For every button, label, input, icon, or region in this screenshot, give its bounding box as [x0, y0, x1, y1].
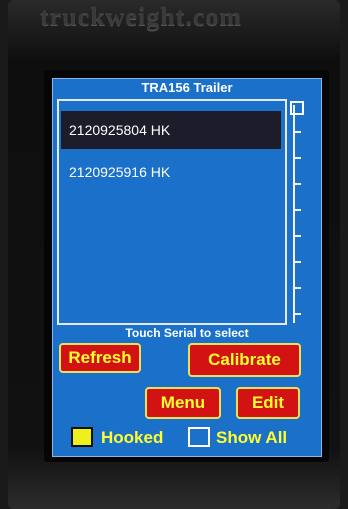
scrollbar-track[interactable]	[293, 105, 295, 323]
scrollbar-thumb[interactable]	[290, 101, 304, 115]
scrollbar-tick	[295, 157, 301, 159]
hooked-label[interactable]: Hooked	[101, 428, 163, 448]
scrollbar-tick	[295, 209, 301, 211]
menu-button[interactable]: Menu	[145, 387, 221, 419]
show-all-label[interactable]: Show All	[216, 428, 287, 448]
hooked-checkbox[interactable]	[71, 427, 93, 447]
scrollbar-tick	[295, 131, 301, 133]
serial-list[interactable]: 2120925804 HK 2120925916 HK	[57, 99, 287, 325]
select-hint: Touch Serial to select	[125, 326, 249, 340]
scrollbar-tick	[295, 235, 301, 237]
scrollbar-tick	[295, 287, 301, 289]
show-all-checkbox[interactable]	[188, 427, 210, 447]
scrollbar-tick	[295, 261, 301, 263]
page-title: TRA156 Trailer	[141, 80, 233, 95]
scrollbar-tick	[295, 183, 301, 185]
calibrate-button[interactable]: Calibrate	[188, 343, 301, 377]
touch-screen: TRA156 Trailer 2120925804 HK 2120925916 …	[52, 78, 322, 457]
list-item-serial-2[interactable]: 2120925916 HK	[61, 153, 281, 191]
refresh-button[interactable]: Refresh	[59, 343, 141, 373]
edit-button[interactable]: Edit	[236, 387, 300, 419]
list-item-serial-1[interactable]: 2120925804 HK	[61, 111, 281, 149]
scrollbar-tick	[295, 313, 301, 315]
brand-logo: truckweight.com	[40, 2, 243, 31]
